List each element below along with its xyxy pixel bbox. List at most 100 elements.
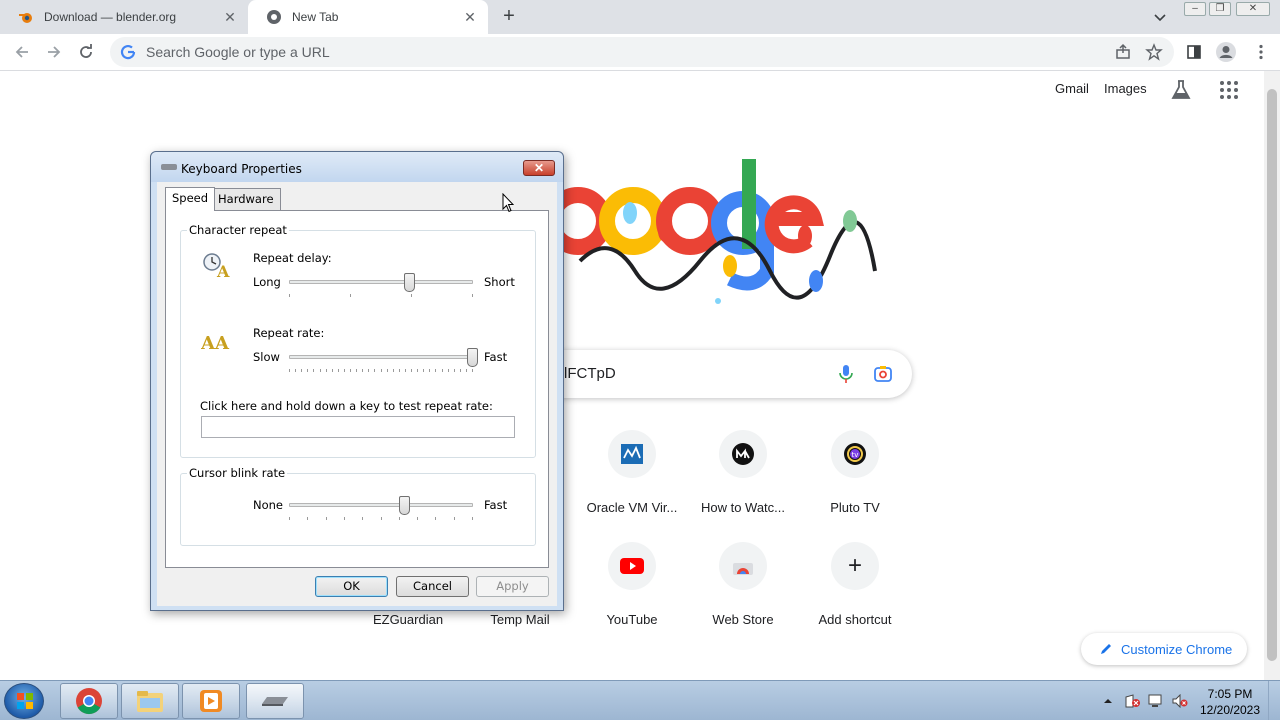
slider-tick [301, 369, 303, 372]
slider-tick [307, 517, 309, 520]
customize-chrome-button[interactable]: Customize Chrome [1081, 633, 1247, 665]
slider-tick [325, 517, 327, 520]
back-icon[interactable] [12, 42, 32, 62]
repeat-delay-min-label: Long [253, 275, 281, 289]
slider-tick [435, 517, 437, 520]
taskbar-keyboard-properties[interactable] [246, 683, 304, 719]
ok-button[interactable]: OK [315, 576, 388, 597]
repeat-rate-slider[interactable] [289, 355, 473, 359]
group-title: Cursor blink rate [187, 466, 288, 480]
apply-button[interactable]: Apply [476, 576, 549, 597]
tab-close-icon[interactable]: ✕ [222, 9, 238, 25]
images-link[interactable]: Images [1104, 81, 1147, 96]
slider-tick [453, 517, 455, 520]
cursor-blink-group: Cursor blink rate None Fast [180, 466, 536, 546]
google-doodle[interactable] [540, 151, 900, 311]
side-panel-icon[interactable] [1185, 43, 1203, 61]
volume-muted-icon[interactable] [1172, 693, 1188, 709]
slider-tick [362, 369, 364, 372]
omnibox[interactable]: Search Google or type a URL [110, 37, 1174, 67]
share-icon[interactable] [1114, 43, 1132, 61]
page-scrollbar[interactable] [1264, 71, 1280, 680]
slider-tick [423, 369, 425, 372]
start-button[interactable] [4, 683, 44, 719]
slider-tick [404, 369, 406, 372]
media-player-icon [200, 690, 222, 712]
repeat-rate-slider-thumb[interactable] [467, 348, 478, 367]
tab-blender[interactable]: Download — blender.org ✕ [0, 0, 248, 34]
taskbar-explorer[interactable] [121, 683, 179, 719]
repeat-delay-slider-thumb[interactable] [404, 273, 415, 292]
google-lens-icon[interactable] [873, 364, 893, 384]
shortcut-how-to-watch[interactable]: How to Watc... [687, 430, 799, 538]
slider-tick [472, 294, 473, 297]
customize-label: Customize Chrome [1121, 641, 1233, 657]
dialog-body: Speed Hardware Character repeat A Repeat… [157, 182, 557, 606]
slider-tick [295, 369, 297, 372]
tab-new-tab[interactable]: New Tab ✕ [248, 0, 488, 34]
slider-tick [398, 517, 400, 520]
restore-button[interactable]: ❐ [1209, 2, 1231, 16]
shortcut-oracle-vm[interactable]: Oracle VM Vir... [576, 430, 688, 538]
kebab-menu-icon[interactable] [1252, 43, 1270, 61]
cancel-button[interactable]: Cancel [396, 576, 469, 597]
omnibox-placeholder: Search Google or type a URL [146, 44, 330, 60]
taskbar-media-player[interactable] [182, 683, 240, 719]
profile-avatar-icon[interactable] [1215, 41, 1237, 63]
repeat-rate-label: Repeat rate: [253, 326, 325, 340]
repeat-delay-label: Repeat delay: [253, 251, 332, 265]
svg-text:AA: AA [201, 333, 230, 353]
show-desktop-button[interactable] [1268, 681, 1280, 720]
shortcut-add[interactable]: + Add shortcut [799, 542, 911, 650]
tab-speed[interactable]: Speed [165, 187, 216, 211]
reload-icon[interactable] [76, 42, 96, 62]
test-repeat-input[interactable] [201, 416, 515, 438]
dialog-close-button[interactable]: ✕ [523, 160, 555, 176]
shortcut-web-store[interactable]: Web Store [687, 542, 799, 650]
slider-tick [411, 369, 412, 372]
scrollbar-thumb[interactable] [1267, 89, 1277, 661]
slider-tick [362, 517, 364, 520]
slider-tick [289, 369, 290, 372]
forward-icon[interactable] [44, 42, 64, 62]
taskbar-clock[interactable]: 7:05 PM 12/20/2023 [1195, 686, 1265, 718]
svg-text:tv: tv [852, 451, 859, 459]
keyboard-icon [262, 697, 288, 706]
slider-tick [411, 294, 412, 297]
slider-tick [356, 369, 358, 372]
tab-hardware[interactable]: Hardware [211, 188, 281, 210]
youtube-icon [608, 542, 656, 590]
search-box[interactable]: lFCTpD [520, 350, 912, 398]
cursor-blink-slider[interactable] [289, 503, 473, 507]
bookmark-star-icon[interactable] [1145, 43, 1163, 61]
tray-expand-icon[interactable] [1101, 694, 1115, 708]
chevron-down-icon[interactable] [1151, 8, 1169, 26]
slider-tick [447, 369, 449, 372]
repeat-delay-slider[interactable] [289, 280, 473, 284]
character-repeat-group: Character repeat A Repeat delay: Long Sh… [180, 223, 536, 458]
svg-text:A: A [216, 262, 230, 279]
taskbar-chrome[interactable] [60, 683, 118, 719]
minimize-button[interactable]: – [1184, 2, 1206, 16]
tab-title: New Tab [292, 10, 339, 24]
shortcut-label: Pluto TV [830, 500, 880, 515]
close-window-button[interactable]: ✕ [1236, 2, 1270, 16]
pencil-icon [1099, 642, 1113, 656]
labs-flask-icon[interactable] [1171, 79, 1191, 101]
dialog-titlebar[interactable]: Keyboard Properties ✕ [151, 152, 563, 182]
apps-grid-icon[interactable] [1219, 80, 1239, 100]
shortcut-youtube[interactable]: YouTube [576, 542, 688, 650]
repeat-rate-icon: AA [200, 329, 233, 354]
shortcut-label: EZGuardian [372, 612, 444, 627]
new-tab-button[interactable]: + [498, 6, 520, 28]
gmail-link[interactable]: Gmail [1055, 81, 1089, 96]
action-center-icon[interactable] [1125, 694, 1140, 708]
tab-close-icon[interactable]: ✕ [462, 9, 478, 25]
shortcut-pluto-tv[interactable]: tv Pluto TV [799, 430, 911, 538]
cursor-blink-slider-thumb[interactable] [399, 496, 410, 515]
network-icon[interactable] [1148, 694, 1162, 708]
slider-tick [453, 369, 455, 372]
tab-strip: Download — blender.org ✕ New Tab ✕ + – ❐… [0, 0, 1280, 34]
microphone-icon[interactable] [838, 364, 854, 384]
shortcut-label: Oracle VM Vir... [586, 500, 678, 515]
